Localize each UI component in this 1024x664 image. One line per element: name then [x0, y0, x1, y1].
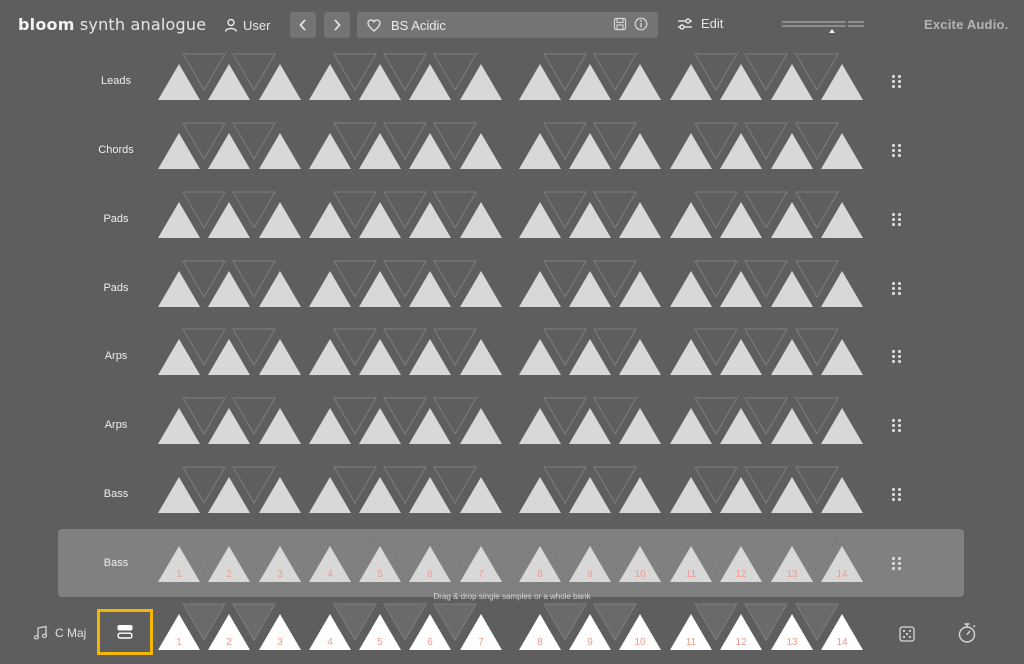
pad-number: 5 [377, 637, 383, 648]
pad-number: 11 [686, 637, 697, 648]
pad-number: 1 [176, 637, 182, 648]
pad-number: 6 [427, 637, 433, 648]
triangle-pads-keyboard: 1 2 3 4 5 6 7 8 9 10 11 12 13 14 [158, 603, 863, 650]
pad-number: 9 [587, 637, 593, 648]
stopwatch-icon[interactable] [957, 622, 977, 644]
pad-number: 7 [478, 637, 484, 648]
pad-number: 2 [226, 637, 232, 648]
pad-number: 3 [277, 637, 283, 648]
pad-number: 4 [327, 637, 333, 648]
pad-number: 12 [735, 637, 747, 648]
dice-icon[interactable] [899, 626, 915, 642]
pad-number: 13 [786, 637, 798, 648]
pad-number: 10 [634, 637, 646, 648]
pad-number: 14 [836, 637, 848, 648]
pad-number: 8 [537, 637, 543, 648]
